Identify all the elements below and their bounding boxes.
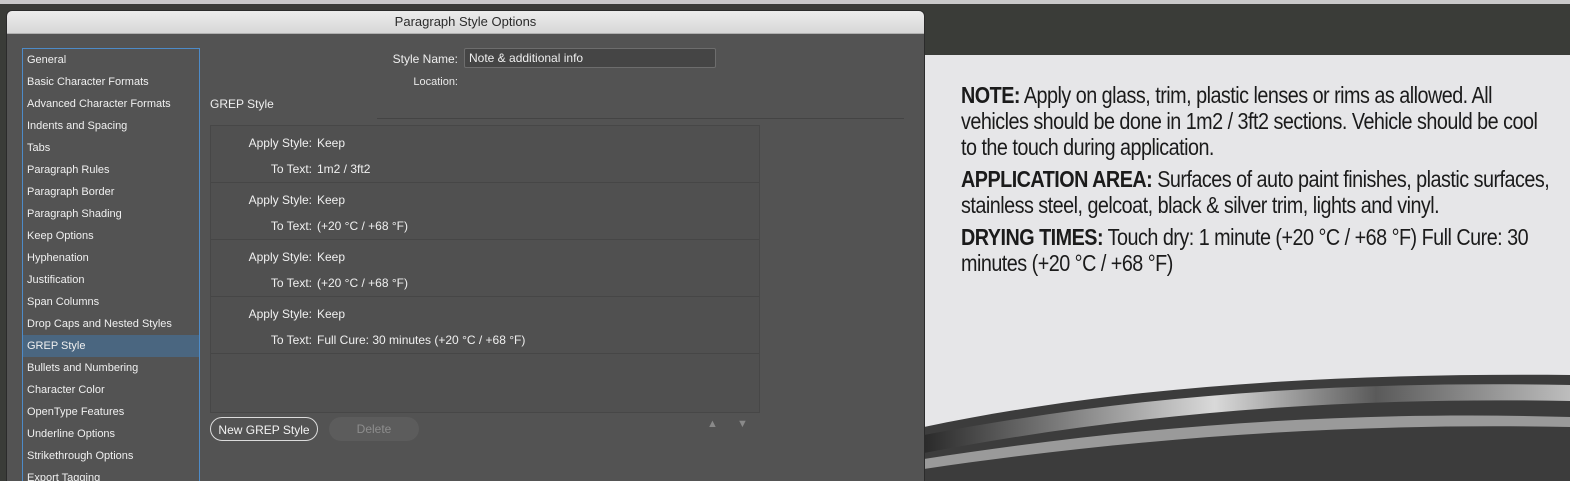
document-text-frame[interactable]: NOTE: Apply on glass, trim, plastic lens… <box>961 82 1550 282</box>
sidebar-item-justification[interactable]: Justification <box>23 269 199 291</box>
sidebar-item-basic-character-formats[interactable]: Basic Character Formats <box>23 71 199 93</box>
to-text-row: To Text: Full Cure: 30 minutes (+20 °C / … <box>211 333 526 347</box>
apply-style-label: Apply Style: <box>248 193 312 207</box>
application-area-paragraph: APPLICATION AREA: Surfaces of auto paint… <box>961 166 1550 218</box>
sidebar-item-indents-and-spacing[interactable]: Indents and Spacing <box>23 115 199 137</box>
to-text-value[interactable]: Full Cure: 30 minutes (+20 °C / +68 °F) <box>317 333 525 347</box>
paragraph-style-options-dialog: Paragraph Style Options General Basic Cha… <box>7 11 924 481</box>
sidebar-item-strikethrough-options[interactable]: Strikethrough Options <box>23 445 199 467</box>
apply-style-label: Apply Style: <box>248 250 312 264</box>
location-label: Location: <box>413 76 458 88</box>
delete-button[interactable]: Delete <box>329 417 419 441</box>
sidebar-item-grep-style[interactable]: GREP Style <box>23 335 199 357</box>
document-page[interactable]: NOTE: Apply on glass, trim, plastic lens… <box>924 55 1570 481</box>
to-text-label: To Text: <box>270 162 312 176</box>
drying-times-paragraph: DRYING TIMES: Touch dry: 1 minute (+20 °… <box>961 224 1529 276</box>
move-up-icon[interactable]: ▲ <box>707 418 718 430</box>
sidebar-item-underline-options[interactable]: Underline Options <box>23 423 199 445</box>
sidebar-item-character-color[interactable]: Character Color <box>23 379 199 401</box>
to-text-row: To Text: 1m2 / 3ft2 <box>211 162 371 176</box>
sidebar-item-opentype-features[interactable]: OpenType Features <box>23 401 199 423</box>
move-down-icon[interactable]: ▼ <box>737 418 748 430</box>
section-divider <box>377 118 904 119</box>
grep-style-item[interactable]: Apply Style: Keep To Text: (+20 °C / +68 °F… <box>211 183 759 240</box>
to-text-label: To Text: <box>270 219 312 233</box>
grep-style-item[interactable]: Apply Style: Keep To Text: 1m2 / 3ft2 <box>211 126 759 183</box>
style-name-label: Style Name: <box>392 52 458 66</box>
to-text-row: To Text: (+20 °C / +68 °F) <box>211 276 408 290</box>
apply-style-value[interactable]: Keep <box>317 193 345 207</box>
apply-style-row: Apply Style: Keep <box>211 136 345 150</box>
to-text-row: To Text: (+20 °C / +68 °F) <box>211 219 408 233</box>
to-text-label: To Text: <box>270 333 312 347</box>
apply-style-row: Apply Style: Keep <box>211 307 345 321</box>
sidebar-item-general[interactable]: General <box>23 49 199 71</box>
grep-style-list[interactable]: Apply Style: Keep To Text: 1m2 / 3ft2 Apply … <box>210 125 760 413</box>
apply-style-row: Apply Style: Keep <box>211 193 345 207</box>
apply-style-label: Apply Style: <box>248 307 312 321</box>
sidebar-item-tabs[interactable]: Tabs <box>23 137 199 159</box>
to-text-value[interactable]: (+20 °C / +68 °F) <box>317 219 408 233</box>
sidebar-item-hyphenation[interactable]: Hyphenation <box>23 247 199 269</box>
to-text-value[interactable]: (+20 °C / +68 °F) <box>317 276 408 290</box>
apply-style-value[interactable]: Keep <box>317 250 345 264</box>
apply-style-value[interactable]: Keep <box>317 136 345 150</box>
style-name-input[interactable] <box>464 48 716 68</box>
to-text-label: To Text: <box>270 276 312 290</box>
grep-style-item[interactable]: Apply Style: Keep To Text: Full Cure: 30 mi… <box>211 297 759 354</box>
note-paragraph: NOTE: Apply on glass, trim, plastic lens… <box>961 82 1538 160</box>
sidebar-item-export-tagging[interactable]: Export Tagging <box>23 467 199 481</box>
sidebar-item-paragraph-border[interactable]: Paragraph Border <box>23 181 199 203</box>
apply-style-row: Apply Style: Keep <box>211 250 345 264</box>
section-title: GREP Style <box>210 97 274 111</box>
dialog-title[interactable]: Paragraph Style Options <box>7 11 924 34</box>
sidebar-item-keep-options[interactable]: Keep Options <box>23 225 199 247</box>
sidebar-item-paragraph-shading[interactable]: Paragraph Shading <box>23 203 199 225</box>
to-text-value[interactable]: 1m2 / 3ft2 <box>317 162 370 176</box>
grep-style-item[interactable]: Apply Style: Keep To Text: (+20 °C / +68 °F… <box>211 240 759 297</box>
sidebar-item-drop-caps-and-nested-styles[interactable]: Drop Caps and Nested Styles <box>23 313 199 335</box>
sidebar-item-span-columns[interactable]: Span Columns <box>23 291 199 313</box>
apply-style-label: Apply Style: <box>248 136 312 150</box>
apply-style-value[interactable]: Keep <box>317 307 345 321</box>
sidebar-item-advanced-character-formats[interactable]: Advanced Character Formats <box>23 93 199 115</box>
sidebar-item-bullets-and-numbering[interactable]: Bullets and Numbering <box>23 357 199 379</box>
category-list[interactable]: General Basic Character Formats Advanced C… <box>22 48 200 481</box>
sidebar-item-paragraph-rules[interactable]: Paragraph Rules <box>23 159 199 181</box>
new-grep-style-button[interactable]: New GREP Style <box>210 417 318 441</box>
